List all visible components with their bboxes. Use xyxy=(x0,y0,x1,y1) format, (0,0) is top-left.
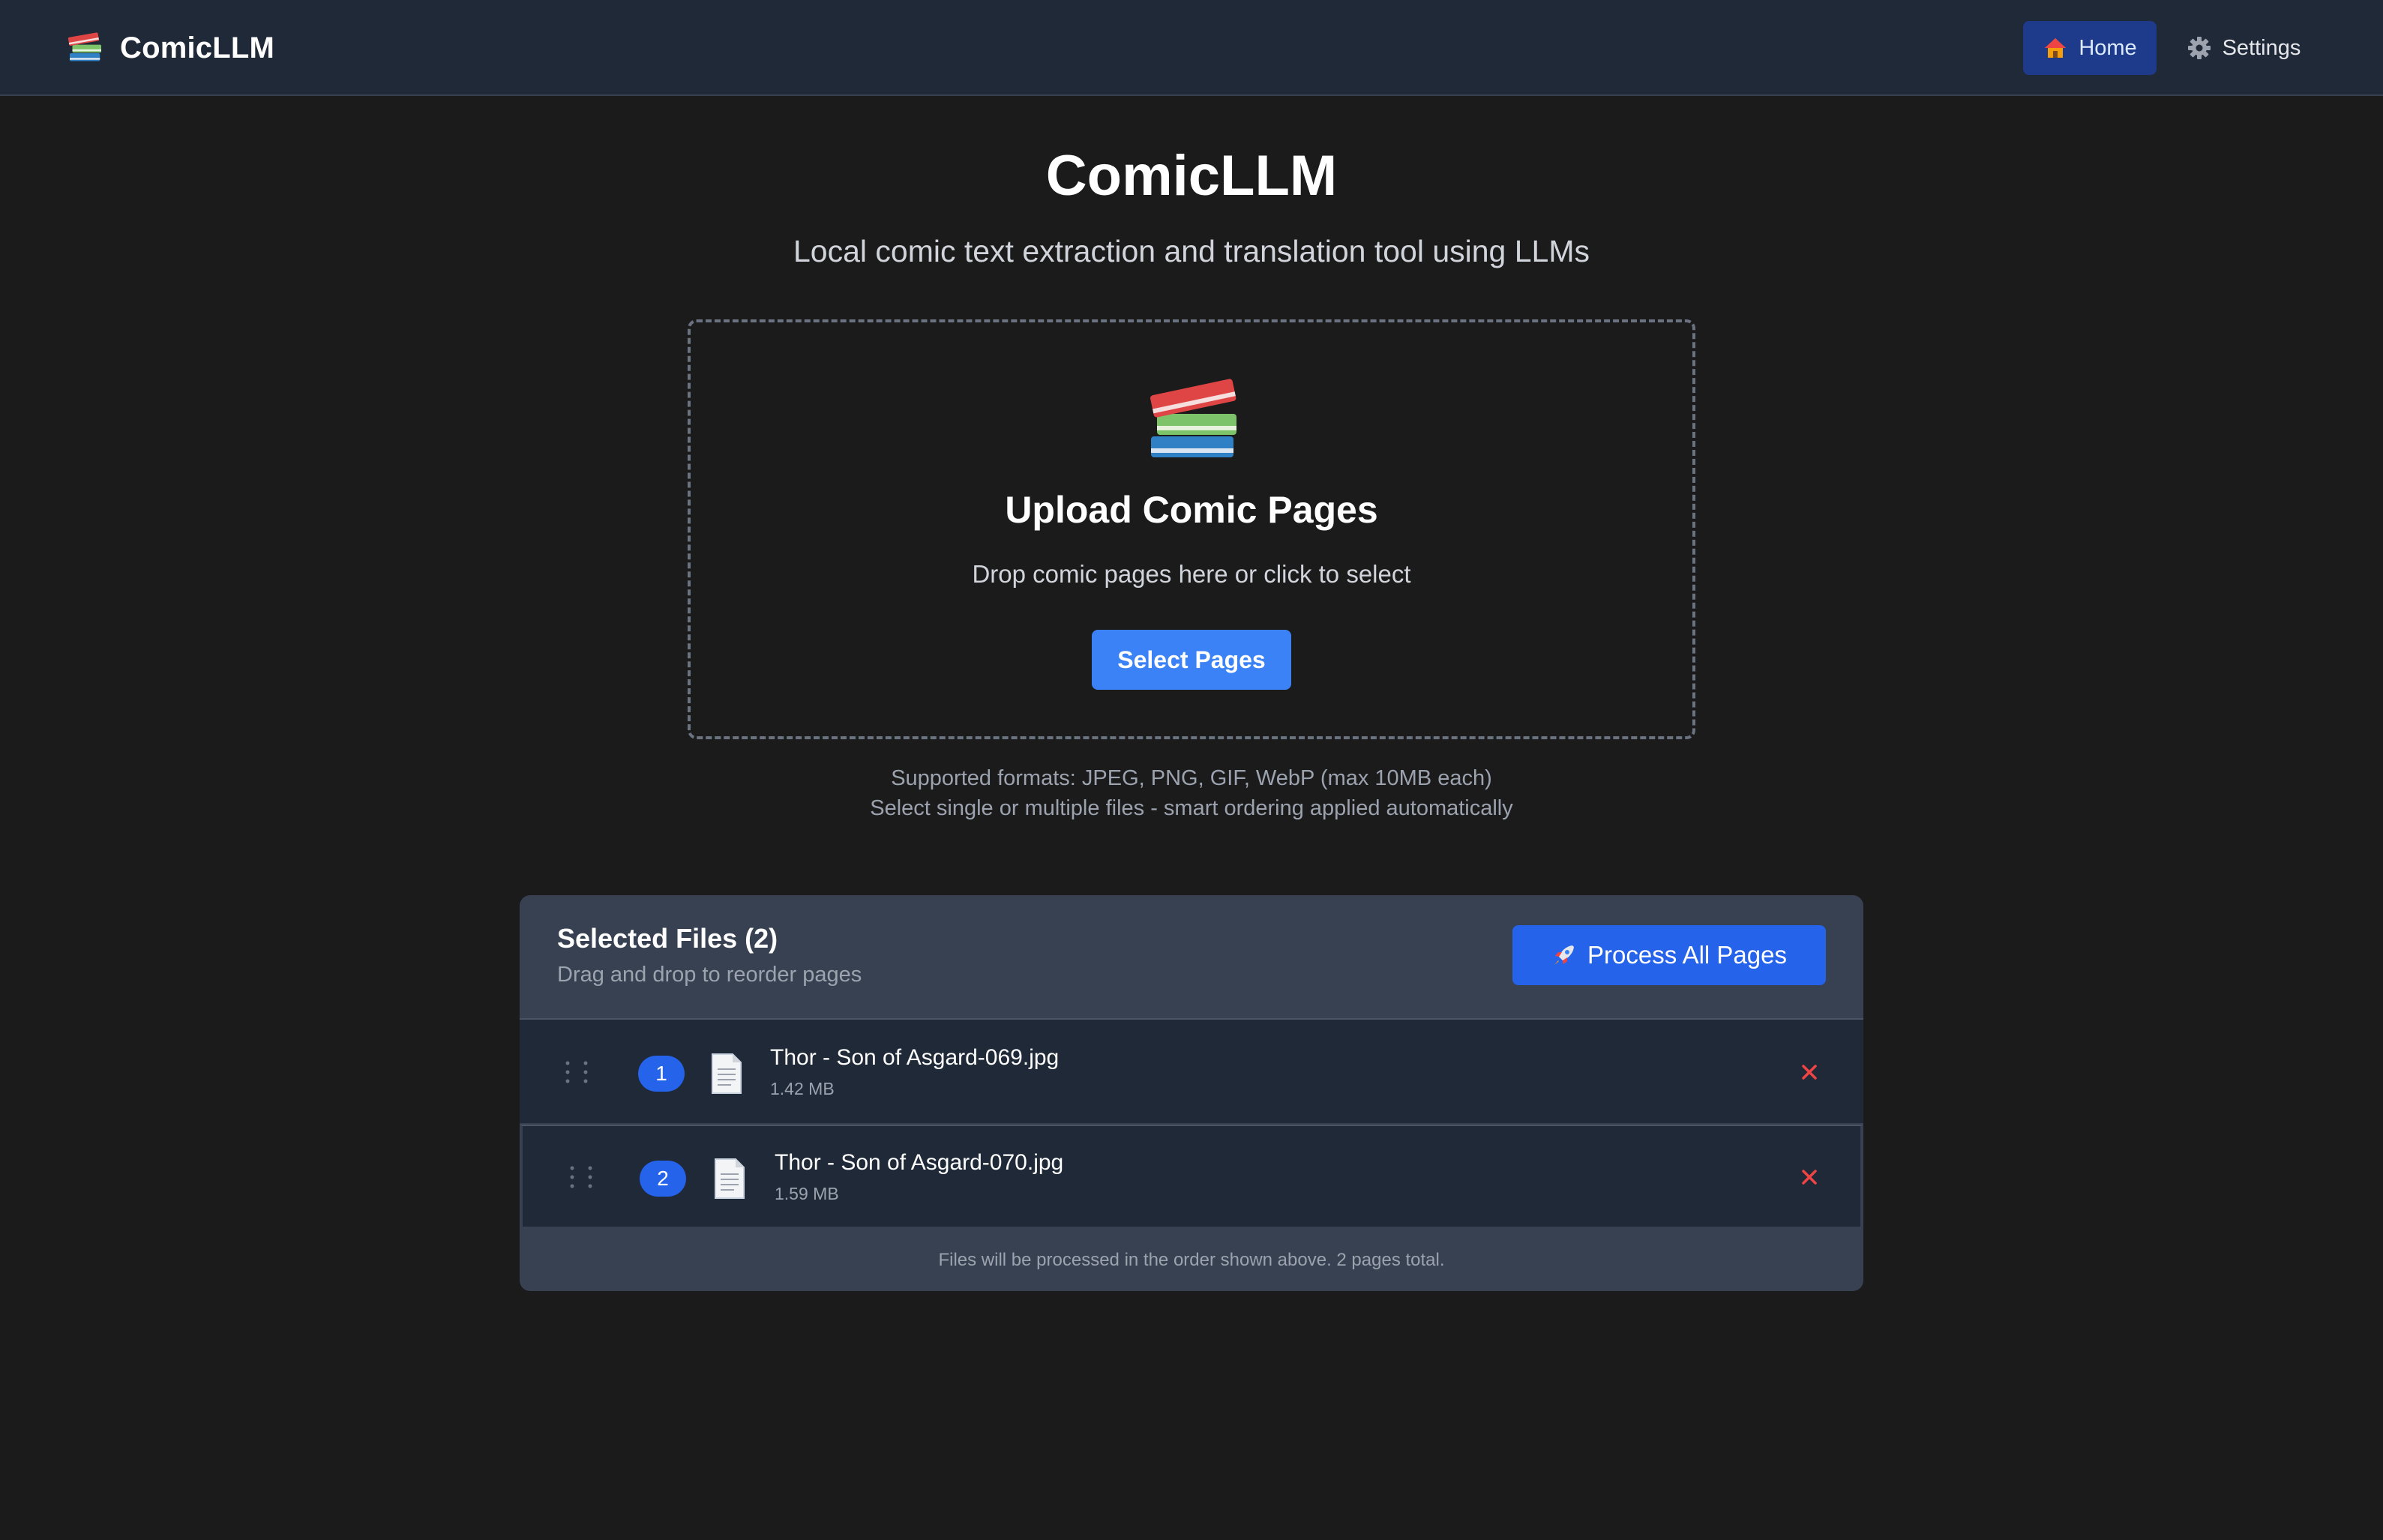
page-title: ComicLLM xyxy=(1045,144,1338,208)
file-name: Thor - Son of Asgard-070.jpg xyxy=(775,1150,1064,1175)
supported-formats-line: Supported formats: JPEG, PNG, GIF, WebP … xyxy=(891,766,1492,790)
upload-hint: Drop comic pages here or click to select xyxy=(972,560,1411,588)
brand-link[interactable]: ComicLLM xyxy=(64,24,274,72)
file-size: 1.59 MB xyxy=(775,1184,839,1203)
books-icon xyxy=(1150,379,1236,457)
page-number-badge: 1 xyxy=(638,1056,685,1092)
gear-icon xyxy=(2187,37,2211,59)
page-number-badge: 2 xyxy=(640,1161,686,1197)
smart-ordering-line: Select single or multiple files - smart … xyxy=(870,796,1513,820)
file-name: Thor - Son of Asgard-069.jpg xyxy=(770,1045,1060,1070)
nav-home-link[interactable]: Home xyxy=(2023,21,2157,75)
remove-file-button[interactable] xyxy=(1794,1162,1824,1192)
page-subtitle: Local comic text extraction and translat… xyxy=(793,234,1590,268)
upload-title: Upload Comic Pages xyxy=(1005,489,1378,531)
house-icon xyxy=(2045,38,2067,58)
document-icon xyxy=(712,1053,742,1094)
supported-formats-note: Supported formats: JPEG, PNG, GIF, WebP … xyxy=(0,763,2383,823)
process-all-pages-button[interactable]: Process All Pages xyxy=(1512,925,1826,985)
process-all-pages-label: Process All Pages xyxy=(1587,941,1787,969)
document-icon xyxy=(715,1158,745,1199)
selected-files-panel: Selected Files (2) Drag and drop to reor… xyxy=(520,895,1863,1291)
nav-settings-label: Settings xyxy=(2222,35,2301,60)
nav-home-label: Home xyxy=(2079,35,2137,60)
processing-order-note: Files will be processed in the order sho… xyxy=(938,1250,1445,1270)
upload-dropzone[interactable]: Upload Comic Pages Drop comic pages here… xyxy=(688,319,1695,739)
drag-handle-icon[interactable] xyxy=(559,1059,596,1086)
drag-handle-icon[interactable] xyxy=(563,1164,601,1191)
rocket-icon xyxy=(1554,945,1575,965)
remove-file-button[interactable] xyxy=(1794,1057,1824,1087)
brand-name: ComicLLM xyxy=(120,31,275,64)
nav-settings-link[interactable]: Settings xyxy=(2170,21,2317,75)
selected-files-title: Selected Files (2) xyxy=(557,923,778,954)
file-row[interactable]: 2 Thor - Son of Asgard-070.jpg 1.59 MB xyxy=(520,1125,1863,1230)
file-size: 1.42 MB xyxy=(770,1079,835,1098)
reorder-hint: Drag and drop to reorder pages xyxy=(557,963,862,987)
books-icon xyxy=(67,32,101,61)
select-pages-button[interactable]: Select Pages xyxy=(1092,630,1291,690)
file-row[interactable]: 1 Thor - Son of Asgard-069.jpg 1.42 MB xyxy=(520,1018,1863,1123)
top-navbar: ComicLLM Home Settings xyxy=(0,0,2383,96)
